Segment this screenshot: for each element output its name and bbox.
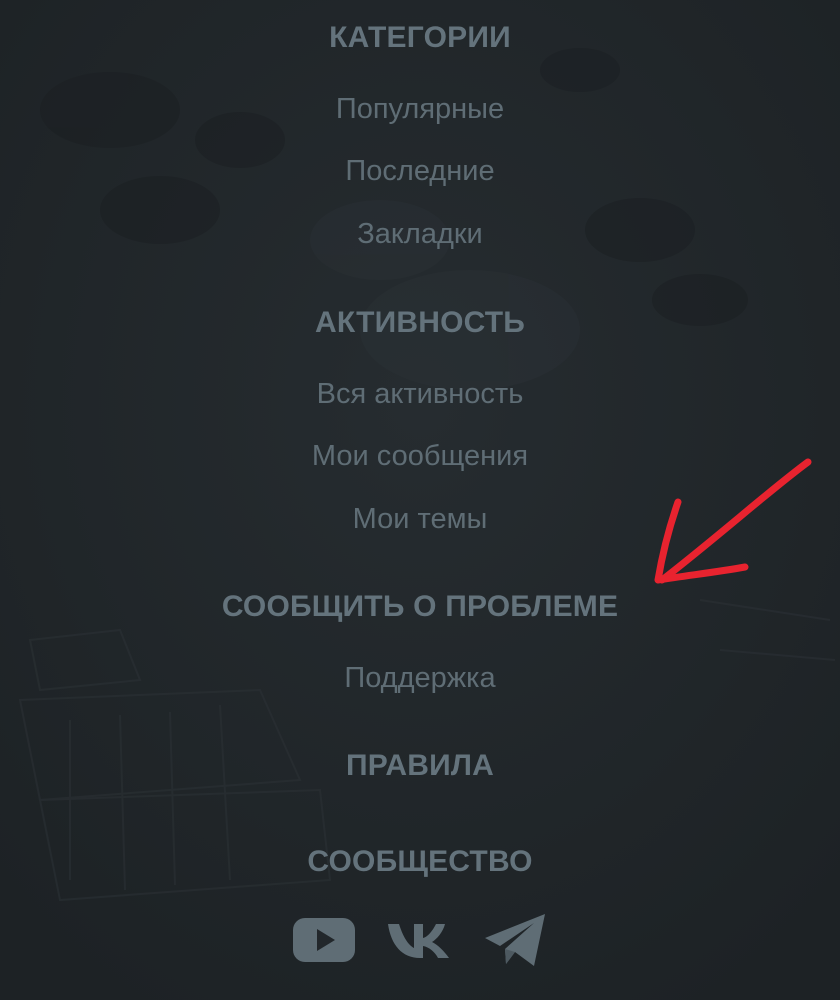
telegram-link[interactable] xyxy=(482,911,548,974)
menu-link-all-activity[interactable]: Вся активность xyxy=(0,376,840,412)
section-title-report-problem[interactable]: СООБЩИТЬ О ПРОБЛЕМЕ xyxy=(0,589,840,625)
section-title-categories[interactable]: КАТЕГОРИИ xyxy=(0,20,840,56)
footer-menu: КАТЕГОРИИ Популярные Последние Закладки … xyxy=(0,0,840,1000)
section-title-community[interactable]: СООБЩЕСТВО xyxy=(0,844,840,880)
menu-link-support[interactable]: Поддержка xyxy=(0,660,840,696)
menu-link-latest[interactable]: Последние xyxy=(0,153,840,189)
vk-icon xyxy=(388,923,449,958)
menu-link-popular[interactable]: Популярные xyxy=(0,91,840,127)
social-links xyxy=(0,912,840,972)
youtube-link[interactable] xyxy=(292,915,356,970)
menu-link-bookmarks[interactable]: Закладки xyxy=(0,216,840,252)
menu-link-my-posts[interactable]: Мои сообщения xyxy=(0,438,840,474)
section-title-rules[interactable]: ПРАВИЛА xyxy=(0,748,840,784)
telegram-icon xyxy=(485,913,545,966)
youtube-icon xyxy=(293,917,355,962)
menu-link-my-topics[interactable]: Мои темы xyxy=(0,501,840,537)
vk-link[interactable] xyxy=(386,918,452,967)
section-title-activity[interactable]: АКТИВНОСТЬ xyxy=(0,305,840,341)
